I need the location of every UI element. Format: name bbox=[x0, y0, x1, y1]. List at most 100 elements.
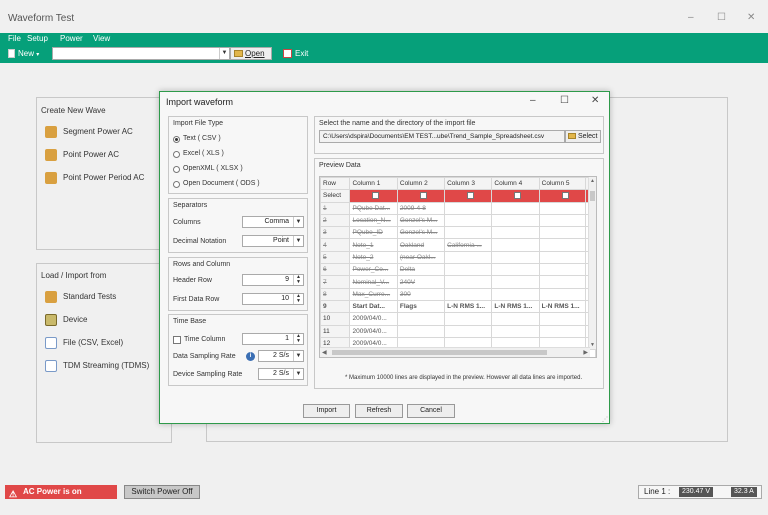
radio-open-document-ods[interactable]: Open Document ( ODS ) bbox=[173, 179, 260, 189]
radio-openxml-xlsx[interactable]: OpenXML ( XLSX ) bbox=[173, 164, 243, 174]
radio-label: OpenXML ( XLSX ) bbox=[183, 165, 243, 172]
warning-icon: ⚠ bbox=[9, 489, 18, 499]
point-power-ac-item[interactable]: Point Power AC bbox=[45, 148, 119, 162]
exit-button[interactable]: Exit bbox=[283, 49, 308, 58]
first-data-row-stepper[interactable]: 10 ▲ ▼ bbox=[242, 293, 304, 305]
chevron-down-icon[interactable]: ▼ bbox=[293, 369, 303, 379]
time-column-stepper[interactable]: 1 ▲ ▼ bbox=[242, 333, 304, 345]
radio-excel-xls[interactable]: Excel ( XLS ) bbox=[173, 149, 224, 159]
time-column-checkbox[interactable] bbox=[173, 336, 181, 344]
column-checkbox[interactable] bbox=[372, 192, 380, 200]
radio-text-csv[interactable]: Text ( CSV ) bbox=[173, 134, 221, 144]
menu-view[interactable]: View bbox=[93, 34, 110, 43]
dialog-close-button[interactable]: ✕ bbox=[591, 95, 599, 106]
panel-title: Create New Wave bbox=[41, 106, 106, 115]
open-button[interactable]: Open bbox=[230, 47, 272, 60]
table-cell: PQube_ID bbox=[349, 226, 398, 240]
column-header[interactable]: Column 2 bbox=[396, 177, 446, 191]
scroll-thumb[interactable] bbox=[332, 350, 547, 355]
scroll-thumb[interactable] bbox=[590, 191, 595, 201]
column-header[interactable]: Column 1 bbox=[349, 177, 398, 191]
scroll-right-icon[interactable]: ▶ bbox=[583, 349, 588, 356]
column-checkbox[interactable] bbox=[419, 192, 427, 200]
radio-icon bbox=[173, 151, 180, 158]
table-cell bbox=[538, 275, 587, 289]
preview-data-group: Preview Data Row Column 1 Column 2 Colum… bbox=[314, 158, 604, 389]
point-power-period-ac-item[interactable]: Point Power Period AC bbox=[45, 171, 144, 185]
device-sampling-rate-select[interactable]: 2 S/s ▼ bbox=[258, 368, 304, 380]
menu-power[interactable]: Power bbox=[60, 34, 83, 43]
header-row-stepper[interactable]: 9 ▲ ▼ bbox=[242, 274, 304, 286]
close-button[interactable]: ✕ bbox=[747, 12, 755, 23]
select-file-button[interactable]: Select bbox=[565, 130, 601, 143]
row-number-cell: 9 bbox=[320, 299, 351, 314]
device-item[interactable]: Device bbox=[45, 313, 87, 327]
chevron-down-icon[interactable]: ▼ bbox=[219, 48, 229, 59]
column-checkbox[interactable] bbox=[467, 192, 475, 200]
exit-button-label: Exit bbox=[295, 49, 309, 58]
file-csv-excel-item[interactable]: File (CSV, Excel) bbox=[45, 336, 123, 350]
preview-grid[interactable]: Row Column 1 Column 2 Column 3 Column 4 … bbox=[319, 176, 597, 358]
stepper-arrows-icon[interactable]: ▲ ▼ bbox=[293, 275, 303, 285]
menu-file[interactable]: File bbox=[8, 34, 21, 43]
switch-power-off-button[interactable]: Switch Power Off bbox=[124, 485, 200, 499]
table-cell: (near Oakl... bbox=[396, 250, 446, 265]
table-cell bbox=[491, 312, 540, 326]
chevron-down-icon[interactable]: ▼ bbox=[293, 351, 303, 361]
maximize-button[interactable]: ☐ bbox=[717, 12, 726, 23]
tdm-streaming-item[interactable]: TDM Streaming (TDMS) bbox=[45, 359, 149, 373]
select-row-label: Select bbox=[320, 189, 351, 203]
column-select-cell[interactable] bbox=[444, 189, 493, 203]
column-checkbox[interactable] bbox=[561, 192, 569, 200]
column-header[interactable]: Column 3 bbox=[444, 177, 493, 191]
decimal-notation-select[interactable]: Point ▼ bbox=[242, 235, 304, 247]
row-number-cell: 11 bbox=[320, 324, 351, 338]
info-icon[interactable]: i bbox=[246, 352, 255, 361]
row-number-cell: 2 bbox=[320, 213, 351, 228]
column-select-cell[interactable] bbox=[491, 189, 540, 203]
column-header[interactable]: Column 4 bbox=[491, 177, 540, 191]
panel-title: Load / Import from bbox=[41, 271, 107, 280]
menu-setup[interactable]: Setup bbox=[27, 34, 48, 43]
new-button[interactable]: New ▾ bbox=[8, 49, 39, 59]
table-cell: L-N RMS 1... bbox=[444, 299, 493, 314]
resize-grip-icon[interactable]: ⋰ bbox=[602, 416, 608, 423]
scroll-down-icon[interactable]: ▼ bbox=[590, 342, 595, 348]
device-sampling-rate-label: Device Sampling Rate bbox=[173, 371, 243, 378]
standard-tests-item[interactable]: Standard Tests bbox=[45, 290, 116, 304]
columns-select[interactable]: Comma ▼ bbox=[242, 216, 304, 228]
stepper-arrows-icon[interactable]: ▲ ▼ bbox=[293, 294, 303, 304]
stepper-arrows-icon[interactable]: ▲ ▼ bbox=[293, 334, 303, 344]
chevron-down-icon[interactable]: ▼ bbox=[293, 236, 303, 246]
table-cell bbox=[538, 226, 587, 240]
vertical-scrollbar[interactable]: ▲ ▼ bbox=[588, 177, 596, 349]
column-header[interactable]: Column 5 bbox=[538, 177, 587, 191]
scroll-left-icon[interactable]: ◀ bbox=[322, 349, 327, 356]
dialog-minimize-button[interactable]: – bbox=[530, 95, 536, 106]
cancel-button[interactable]: Cancel bbox=[407, 404, 455, 418]
table-cell: 2009/04/0... bbox=[349, 324, 398, 338]
column-select-cell[interactable] bbox=[396, 189, 446, 203]
horizontal-scrollbar[interactable]: ◀ ▶ bbox=[320, 347, 590, 357]
column-checkbox[interactable] bbox=[514, 192, 522, 200]
table-cell: Gonzel's M... bbox=[396, 226, 446, 240]
minimize-button[interactable]: – bbox=[688, 12, 694, 23]
file-path-field[interactable]: C:\Users\dspira\Documents\EM TEST...ube\… bbox=[319, 130, 565, 143]
column-select-cell[interactable] bbox=[538, 189, 587, 203]
voltage-value: 230.47 V bbox=[679, 487, 714, 497]
separators-group: Separators Columns Comma ▼ Decimal Notat… bbox=[168, 198, 308, 253]
dialog-maximize-button[interactable]: ☐ bbox=[560, 95, 569, 106]
table-cell: 2009/04/0... bbox=[349, 312, 398, 326]
file-combo[interactable]: ▼ bbox=[52, 47, 230, 60]
chevron-down-icon[interactable]: ▼ bbox=[293, 217, 303, 227]
import-button[interactable]: Import bbox=[303, 404, 350, 418]
column-select-cell[interactable] bbox=[349, 189, 398, 203]
data-sampling-rate-select[interactable]: 2 S/s ▼ bbox=[258, 350, 304, 362]
segment-power-ac-item[interactable]: Segment Power AC bbox=[45, 125, 133, 139]
refresh-button[interactable]: Refresh bbox=[355, 404, 403, 418]
scroll-up-icon[interactable]: ▲ bbox=[590, 178, 595, 184]
table-row: 2 Location_N... Gonzel's M... bbox=[320, 213, 596, 228]
table-cell bbox=[491, 201, 540, 215]
table-cell bbox=[491, 287, 540, 301]
select-button-label: Select bbox=[578, 133, 598, 140]
